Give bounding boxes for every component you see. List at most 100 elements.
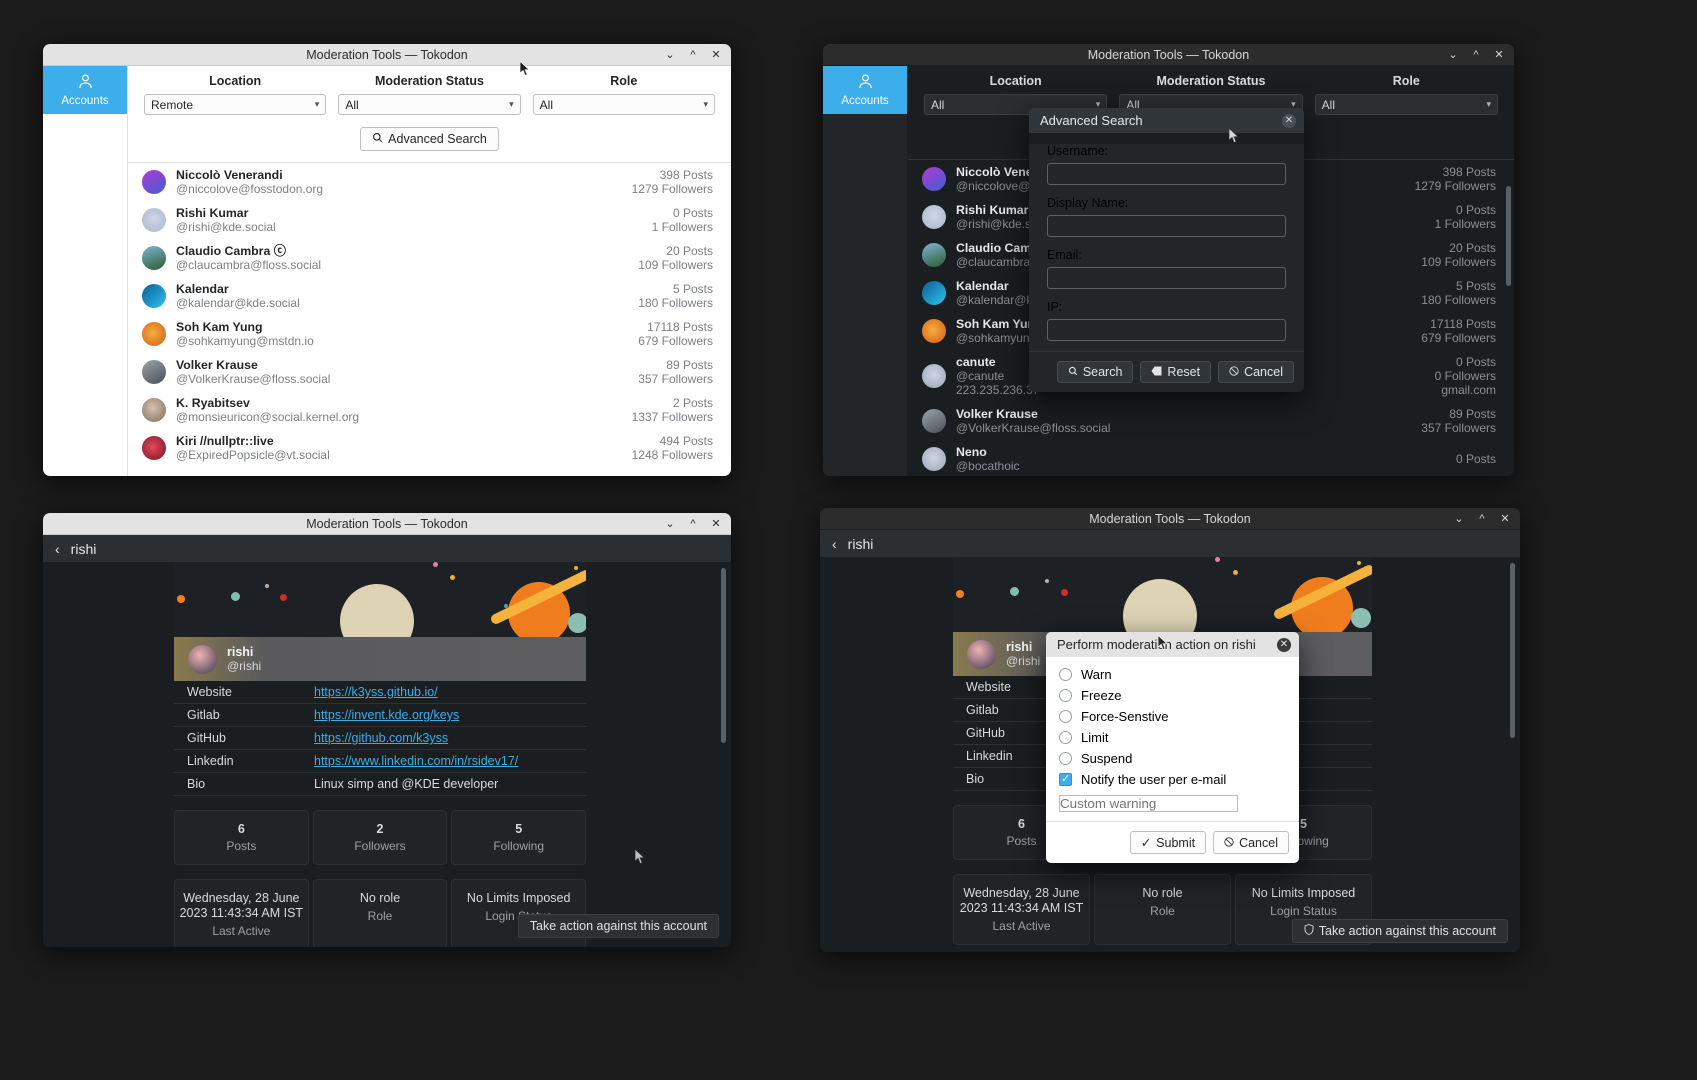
scrollbar-thumb[interactable]	[1510, 563, 1515, 738]
avatar	[142, 360, 166, 384]
sidebar-item-accounts[interactable]: Accounts	[43, 66, 127, 114]
account-row[interactable]: Niccolò Venerandi @niccolove@fosstodon.or…	[128, 163, 731, 201]
titlebar[interactable]: Moderation Tools — Tokodon ⌄ ^ ✕	[43, 513, 731, 535]
advanced-search-button[interactable]: Advanced Search	[360, 127, 499, 151]
info-link[interactable]: https://k3yss.github.io/	[314, 685, 438, 699]
cancel-button[interactable]: Cancel	[1213, 831, 1289, 854]
info-value: Linux simp and @KDE developer	[314, 777, 499, 791]
take-action-button[interactable]: Take action against this account	[517, 914, 719, 938]
moderation-option[interactable]: Freeze	[1059, 685, 1286, 706]
info-row[interactable]: Linkedin https://www.linkedin.com/in/rsid…	[174, 750, 586, 773]
info-value[interactable]: https://k3yss.github.io/	[314, 685, 438, 699]
moderation-option-label: Freeze	[1081, 688, 1122, 703]
radio-button[interactable]	[1059, 668, 1072, 681]
account-row[interactable]: Volker Krause @VolkerKrause@floss.social 8…	[128, 353, 731, 391]
search-button[interactable]: Search	[1056, 361, 1134, 383]
window-accounts-light[interactable]: Moderation Tools — Tokodon ⌄ ^ ✕ Account…	[43, 44, 731, 476]
radio-button[interactable]	[1059, 752, 1072, 765]
close-icon[interactable]: ✕	[1282, 113, 1296, 128]
role-dropdown[interactable]: All ▾	[1314, 94, 1498, 115]
account-row[interactable]: Soh Kam Yung @sohkamyung@mstdn.io 17118 Po…	[128, 315, 731, 353]
maximize-icon[interactable]: ^	[1471, 49, 1481, 60]
display-name-input[interactable]	[1047, 215, 1286, 237]
account-followers: 679 Followers	[638, 334, 713, 348]
profile-stats: 6 Posts 2 Followers 5 Following	[174, 810, 587, 865]
minimize-icon[interactable]: ⌄	[665, 49, 675, 60]
username-input[interactable]	[1047, 163, 1286, 185]
submit-button[interactable]: ✓ Submit	[1129, 831, 1207, 854]
account-name: Kalendar	[176, 282, 229, 296]
titlebar[interactable]: Moderation Tools — Tokodon ⌄ ^ ✕	[43, 44, 731, 66]
window-accounts-dark[interactable]: Moderation Tools — Tokodon ⌄ ^ ✕ Account…	[823, 44, 1514, 476]
moderation-option-label: Force-Senstive	[1081, 709, 1169, 724]
info-link[interactable]: https://github.com/k3yss	[314, 731, 448, 745]
moderation-option[interactable]: Suspend	[1059, 748, 1286, 769]
dialog-title: Advanced Search	[1040, 113, 1143, 128]
moderation-option[interactable]: Limit	[1059, 727, 1286, 748]
reset-button[interactable]: Reset	[1140, 361, 1212, 383]
sidebar-item-accounts[interactable]: Accounts	[823, 66, 907, 114]
moderation-option[interactable]: Warn	[1059, 664, 1286, 685]
titlebar[interactable]: Moderation Tools — Tokodon ⌄ ^ ✕	[820, 508, 1520, 530]
cancel-button[interactable]: Cancel	[1218, 361, 1294, 383]
info-value[interactable]: https://github.com/k3yss	[314, 731, 448, 745]
moderation-options[interactable]: Warn Freeze Force-Senstive Limit Suspend Noti…	[1046, 664, 1299, 790]
moderation-action-dialog[interactable]: Perform moderation action on rishi ✕ War…	[1046, 632, 1299, 863]
info-row[interactable]: Gitlab https://invent.kde.org/keys	[174, 704, 586, 727]
account-row[interactable]: Kiri //nullptr::live @ExpiredPopsicle@vt.…	[128, 429, 731, 467]
scrollbar-thumb[interactable]	[1506, 186, 1511, 286]
role-dropdown[interactable]: All ▾	[532, 94, 715, 115]
back-arrow-icon[interactable]: ‹	[55, 541, 60, 557]
window-profile-right[interactable]: Moderation Tools — Tokodon ⌄ ^ ✕ ‹ rishi	[820, 508, 1520, 952]
info-value[interactable]: https://invent.kde.org/keys	[314, 708, 459, 722]
close-icon[interactable]: ✕	[1494, 49, 1504, 60]
radio-button[interactable]	[1059, 731, 1072, 744]
avatar	[922, 364, 946, 388]
moderation-status-dropdown[interactable]: All ▾	[338, 94, 521, 115]
account-row[interactable]: Claudio Cambra ⓒ @claucambra@floss.social…	[128, 239, 731, 277]
account-row[interactable]: Volker Krause @VolkerKrause@floss.social 8…	[908, 402, 1514, 440]
maximize-icon[interactable]: ^	[688, 49, 698, 60]
account-name: Kiri //nullptr::live	[176, 434, 274, 448]
custom-warning-input[interactable]	[1059, 795, 1238, 812]
back-arrow-icon[interactable]: ‹	[832, 536, 837, 552]
info-row[interactable]: GitHub https://github.com/k3yss	[174, 727, 586, 750]
dialog-body: Warn Freeze Force-Senstive Limit Suspend Noti…	[1046, 657, 1299, 863]
advanced-search-dialog[interactable]: Advanced Search ✕ Username: Display Name…	[1029, 108, 1304, 392]
checkbox[interactable]	[1059, 772, 1072, 786]
titlebar[interactable]: Moderation Tools — Tokodon ⌄ ^ ✕	[823, 44, 1514, 66]
account-posts: 17118 Posts	[1430, 317, 1496, 331]
ip-input[interactable]	[1047, 319, 1286, 341]
chevron-down-icon: ▾	[703, 99, 708, 109]
minimize-icon[interactable]: ⌄	[1448, 49, 1458, 60]
close-icon[interactable]: ✕	[711, 49, 721, 60]
minimize-icon[interactable]: ⌄	[1454, 513, 1464, 524]
email-input[interactable]	[1047, 267, 1286, 289]
account-row[interactable]: K. Ryabitsev @monsieuricon@social.kernel.…	[128, 391, 731, 429]
accounts-list[interactable]: Niccolò Venerandi @niccolove@fosstodon.or…	[128, 162, 731, 467]
stat-label: Last Active	[992, 919, 1051, 933]
info-value[interactable]: https://www.linkedin.com/in/rsidev17/	[314, 754, 518, 768]
info-row[interactable]: Website https://k3yss.github.io/	[174, 681, 586, 704]
maximize-icon[interactable]: ^	[688, 518, 698, 529]
moderation-option[interactable]: Force-Senstive	[1059, 706, 1286, 727]
maximize-icon[interactable]: ^	[1477, 513, 1487, 524]
close-icon[interactable]: ✕	[711, 518, 721, 529]
radio-button[interactable]	[1059, 710, 1072, 723]
scrollbar-thumb[interactable]	[721, 568, 726, 743]
account-row[interactable]: Neno @bocathoic 0 Posts	[908, 440, 1514, 476]
window-profile-left[interactable]: Moderation Tools — Tokodon ⌄ ^ ✕ ‹ rishi	[43, 513, 731, 947]
close-icon[interactable]: ✕	[1277, 637, 1291, 652]
account-row[interactable]: Rishi Kumar @rishi@kde.social 0 Posts 1 Fol…	[128, 201, 731, 239]
take-action-button[interactable]: Take action against this account	[1291, 919, 1508, 943]
minimize-icon[interactable]: ⌄	[665, 518, 675, 529]
notify-checkbox-row[interactable]: Notify the user per e-mail	[1059, 769, 1286, 790]
location-dropdown[interactable]: Remote ▾	[144, 94, 327, 115]
info-link[interactable]: https://invent.kde.org/keys	[314, 708, 459, 722]
account-row[interactable]: Kalendar @kalendar@kde.social 5 Posts 180 F…	[128, 277, 731, 315]
info-link[interactable]: https://www.linkedin.com/in/rsidev17/	[314, 754, 518, 768]
email-label: Email:	[1047, 248, 1082, 262]
close-icon[interactable]: ✕	[1500, 513, 1510, 524]
radio-button[interactable]	[1059, 689, 1072, 702]
profile-scroll-area[interactable]: rishi @rishi Website https://k3yss.github…	[174, 562, 731, 947]
